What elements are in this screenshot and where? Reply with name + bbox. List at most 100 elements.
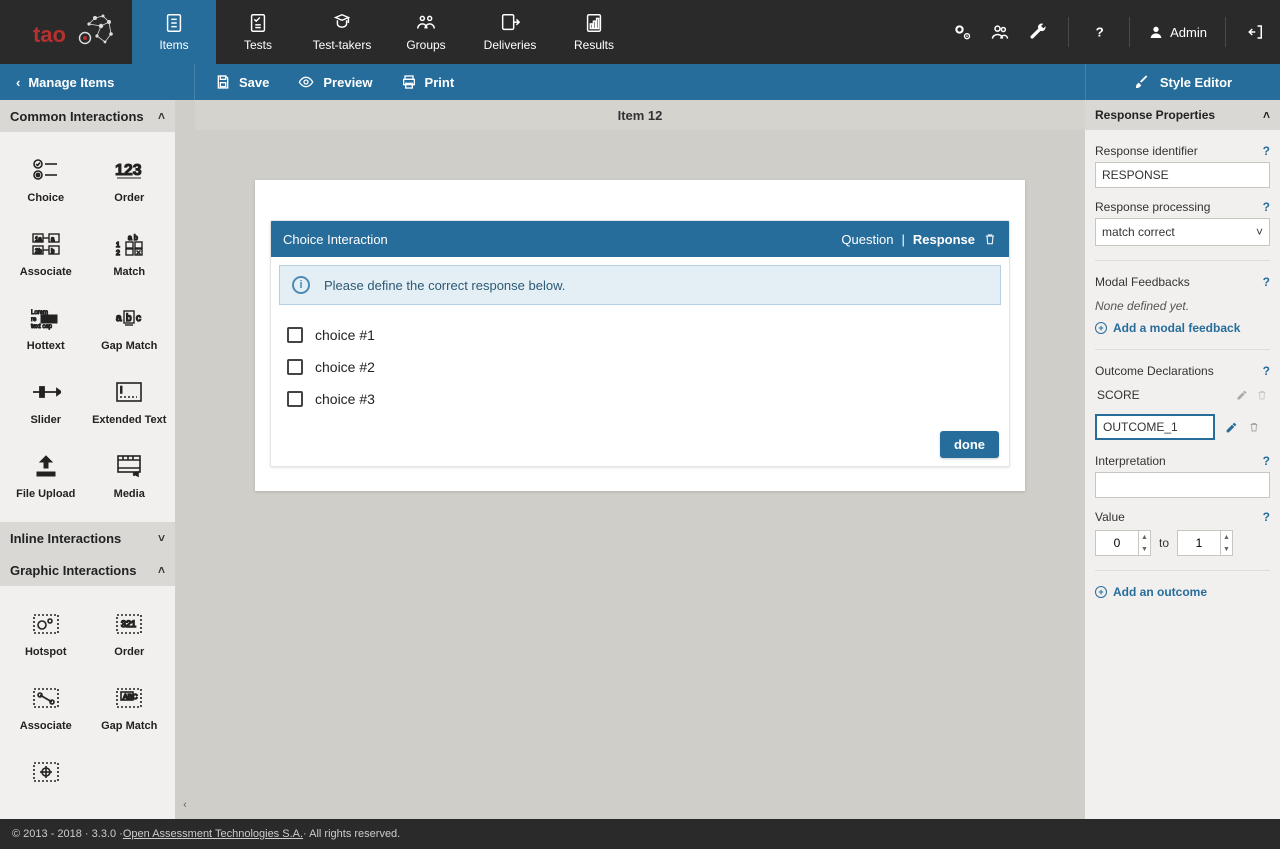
tool-associate[interactable]: 1aa2bbAssociate xyxy=(4,216,88,290)
manage-items-button[interactable]: ‹ Manage Items xyxy=(0,64,195,100)
choice-checkbox[interactable] xyxy=(287,391,303,407)
save-button[interactable]: Save xyxy=(215,74,269,90)
choices-list: choice #1 choice #2 choice #3 xyxy=(271,313,1009,423)
question-tab[interactable]: Question xyxy=(841,232,893,247)
tool-gapmatch[interactable]: abcGap Match xyxy=(88,290,172,364)
help-icon[interactable]: ? xyxy=(1263,364,1270,378)
nav-groups[interactable]: Groups xyxy=(384,0,468,64)
tool-label: Match xyxy=(113,266,145,278)
choice-row: choice #2 xyxy=(283,351,997,383)
response-properties-header[interactable]: Response Properties ˄ xyxy=(1085,100,1280,130)
admin-button[interactable]: Admin xyxy=(1148,24,1207,40)
nav-label: Groups xyxy=(406,38,445,52)
print-button[interactable]: Print xyxy=(401,74,455,90)
svg-text:re: re xyxy=(31,317,37,323)
svg-text:2: 2 xyxy=(116,250,120,256)
interaction-title: Choice Interaction xyxy=(283,232,388,247)
tool-media[interactable]: Media xyxy=(88,438,172,512)
help-icon[interactable]: ? xyxy=(1263,510,1270,524)
results-icon xyxy=(583,12,605,34)
choice-checkbox[interactable] xyxy=(287,359,303,375)
edit-icon[interactable] xyxy=(1225,421,1238,434)
slider-icon xyxy=(31,376,61,408)
footer-link[interactable]: Open Assessment Technologies S.A. xyxy=(123,828,303,840)
print-icon xyxy=(401,74,417,90)
common-interactions-header[interactable]: Common Interactions ˄ xyxy=(0,100,175,132)
choice-label: choice #3 xyxy=(315,391,375,407)
spin-down[interactable]: ▼ xyxy=(1139,543,1150,555)
tool-slider[interactable]: Slider xyxy=(4,364,88,438)
help-icon[interactable]: ? xyxy=(1263,200,1270,214)
nav-label: Test-takers xyxy=(313,38,372,52)
done-button[interactable]: done xyxy=(940,431,999,458)
tool-extended-text[interactable]: IExtended Text xyxy=(88,364,172,438)
common-interactions-grid: Choice 123Order 1aa2bbAssociate a b12 Mat… xyxy=(0,132,175,522)
tool-match[interactable]: a b12 Match xyxy=(88,216,172,290)
divider xyxy=(1068,17,1069,47)
tool-order[interactable]: 123Order xyxy=(88,142,172,216)
logout-icon[interactable] xyxy=(1244,20,1268,44)
trash-icon[interactable] xyxy=(1248,421,1260,433)
spin-down[interactable]: ▼ xyxy=(1221,543,1232,555)
edit-icon[interactable] xyxy=(1236,389,1248,401)
tool-graphic-more[interactable] xyxy=(4,744,88,806)
tool-hottext[interactable]: LoremreHotttext capHottext xyxy=(4,290,88,364)
response-tab[interactable]: Response xyxy=(913,232,975,247)
tool-file-upload[interactable]: File Upload xyxy=(4,438,88,512)
help-icon[interactable]: ? xyxy=(1263,275,1270,289)
spin-up[interactable]: ▲ xyxy=(1221,531,1232,543)
tool-graphic-associate[interactable]: Associate xyxy=(4,670,88,744)
add-modal-feedback-button[interactable]: + Add a modal feedback xyxy=(1095,321,1270,335)
help-icon[interactable]: ? xyxy=(1263,454,1270,468)
logo[interactable]: tao xyxy=(12,0,132,64)
tool-graphic-gapmatch[interactable]: ABCGap Match xyxy=(88,670,172,744)
sub-bar: ‹ Manage Items Save Preview Print Style … xyxy=(0,64,1280,100)
canvas: Item 12 Choice Interaction Question | Re… xyxy=(195,100,1085,819)
tool-hotspot[interactable]: Hotspot xyxy=(4,596,88,670)
tool-choice[interactable]: Choice xyxy=(4,142,88,216)
trash-icon[interactable] xyxy=(1256,389,1268,401)
outcome-name-input[interactable] xyxy=(1095,414,1215,440)
choice-row: choice #3 xyxy=(283,383,997,415)
spin-up[interactable]: ▲ xyxy=(1139,531,1150,543)
help-icon[interactable]: ? xyxy=(1087,20,1111,44)
match-icon: a b12 xyxy=(114,228,144,260)
interpretation-input[interactable] xyxy=(1095,472,1270,498)
help-icon[interactable]: ? xyxy=(1263,144,1270,158)
delete-interaction-button[interactable] xyxy=(983,232,997,246)
svg-text:I: I xyxy=(120,385,123,395)
style-editor-button[interactable]: Style Editor xyxy=(1085,64,1280,100)
response-id-input[interactable] xyxy=(1095,162,1270,188)
value-from-input[interactable] xyxy=(1095,530,1139,556)
response-processing-select[interactable]: match correct ˅ xyxy=(1095,218,1270,246)
preview-button[interactable]: Preview xyxy=(297,74,372,90)
tool-label: Hotspot xyxy=(25,646,67,658)
nav-label: Items xyxy=(159,38,188,52)
wrench-icon[interactable] xyxy=(1026,20,1050,44)
graphic-interactions-header[interactable]: Graphic Interactions ˄ xyxy=(0,554,175,586)
sub-bar-actions: Save Preview Print xyxy=(195,64,1085,100)
add-outcome-button[interactable]: + Add an outcome xyxy=(1095,585,1270,599)
svg-text:?: ? xyxy=(1096,25,1104,40)
settings-gears-icon[interactable] xyxy=(950,20,974,44)
users-icon[interactable] xyxy=(988,20,1012,44)
nav-tests[interactable]: Tests xyxy=(216,0,300,64)
left-panel-splitter[interactable]: ‹ xyxy=(175,100,195,819)
value-to-input[interactable] xyxy=(1177,530,1221,556)
section-title: Response Properties xyxy=(1095,108,1215,122)
inline-interactions-header[interactable]: Inline Interactions ˅ xyxy=(0,522,175,554)
none-defined-text: None defined yet. xyxy=(1095,299,1270,313)
nav-items[interactable]: Items xyxy=(132,0,216,64)
plus-circle-icon: + xyxy=(1095,322,1107,334)
divider xyxy=(1129,17,1130,47)
svg-text:2b: 2b xyxy=(35,249,42,255)
top-nav: tao Items Tests Test-takers Groups xyxy=(0,0,1280,64)
nav-results[interactable]: Results xyxy=(552,0,636,64)
svg-text:123: 123 xyxy=(115,162,142,179)
nav-testtakers[interactable]: Test-takers xyxy=(300,0,384,64)
tool-graphic-order[interactable]: 321Order xyxy=(88,596,172,670)
choice-checkbox[interactable] xyxy=(287,327,303,343)
associate-icon: 1aa2bb xyxy=(31,228,61,260)
nav-deliveries[interactable]: Deliveries xyxy=(468,0,552,64)
workspace: Common Interactions ˄ Choice 123Order 1a… xyxy=(0,100,1280,819)
